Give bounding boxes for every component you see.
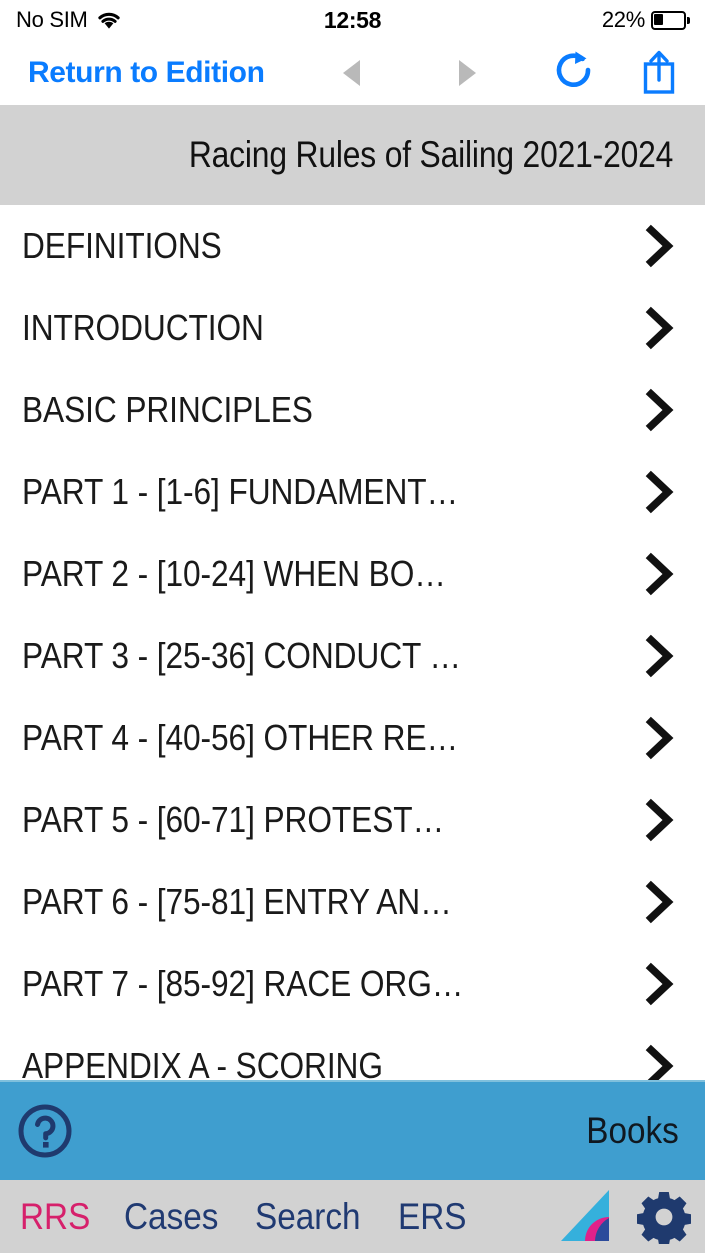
list-item-label: APPENDIX A - SCORING <box>22 1045 383 1080</box>
share-button[interactable] <box>627 45 691 101</box>
status-bar-center: 12:58 <box>323 6 382 34</box>
list-item[interactable]: APPENDIX A - SCORING <box>0 1025 705 1080</box>
list-item-label: INTRODUCTION <box>22 307 264 348</box>
chevron-right-icon <box>645 962 674 1006</box>
list-item[interactable]: BASIC PRINCIPLES <box>0 369 705 451</box>
list-item-label: BASIC PRINCIPLES <box>22 389 313 430</box>
carrier-label: No SIM <box>16 7 88 32</box>
list-item-label: PART 2 - [10-24] WHEN BO… <box>22 553 446 594</box>
page-title: Racing Rules of Sailing 2021-2024 <box>188 134 673 175</box>
chevron-right-icon <box>645 470 674 514</box>
list-item-label: PART 5 - [60-71] PROTEST… <box>22 799 445 840</box>
list-item-label: PART 4 - [40-56] OTHER RE… <box>22 717 459 758</box>
table-of-contents-list[interactable]: DEFINITIONS INTRODUCTION BASIC PRINCIPLES P… <box>0 205 705 1080</box>
chevron-right-icon <box>645 634 674 678</box>
chevron-right-icon <box>645 388 674 432</box>
return-to-edition-button[interactable]: Return to Edition <box>28 56 265 90</box>
list-item[interactable]: INTRODUCTION <box>0 287 705 369</box>
list-item[interactable]: DEFINITIONS <box>0 205 705 287</box>
battery-percent-label: 22% <box>601 7 646 32</box>
triangle-left-icon <box>342 59 360 86</box>
chevron-right-icon <box>645 880 674 924</box>
tab-ers[interactable]: ERS <box>398 1196 466 1238</box>
list-item-label: DEFINITIONS <box>22 225 222 266</box>
help-circle-icon[interactable] <box>16 1102 74 1160</box>
reload-icon <box>556 51 591 87</box>
list-item-label: PART 1 - [1-6] FUNDAMENT… <box>22 471 459 512</box>
triangle-right-icon <box>458 59 476 86</box>
status-bar-left: No SIM <box>16 7 324 33</box>
tab-rrs[interactable]: RRS <box>20 1196 90 1238</box>
chevron-right-icon <box>645 552 674 596</box>
books-bar: Books <box>0 1080 705 1180</box>
tab-search[interactable]: Search <box>255 1196 361 1238</box>
list-item[interactable]: PART 5 - [60-71] PROTEST… <box>0 779 705 861</box>
reload-button[interactable] <box>543 45 607 101</box>
battery-icon <box>651 10 691 30</box>
sail-logo-icon[interactable] <box>557 1187 623 1247</box>
list-item[interactable]: PART 7 - [85-92] RACE ORG… <box>0 943 705 1025</box>
tab-cases[interactable]: Cases <box>124 1196 218 1238</box>
status-bar-right: 22% <box>381 7 691 33</box>
wifi-icon <box>97 12 120 29</box>
list-item[interactable]: PART 3 - [25-36] CONDUCT … <box>0 615 705 697</box>
back-button[interactable] <box>319 45 383 101</box>
bottom-tab-bar: RRS Cases Search ERS <box>0 1180 705 1253</box>
chevron-right-icon <box>645 798 674 842</box>
gear-icon[interactable] <box>637 1190 691 1244</box>
list-item-label: PART 7 - [85-92] RACE ORG… <box>22 963 464 1004</box>
status-bar: No SIM 12:58 22% <box>0 0 705 40</box>
share-icon <box>643 50 675 94</box>
list-item[interactable]: PART 6 - [75-81] ENTRY AN… <box>0 861 705 943</box>
chevron-right-icon <box>645 716 674 760</box>
chevron-right-icon <box>645 306 674 350</box>
list-item-label: PART 3 - [25-36] CONDUCT … <box>22 635 462 676</box>
chevron-right-icon <box>645 224 674 268</box>
books-button[interactable]: Books <box>586 1110 679 1152</box>
app-screen: No SIM 12:58 22% Return to Edition Racin… <box>0 0 705 1253</box>
list-item-label: PART 6 - [75-81] ENTRY AN… <box>22 881 452 922</box>
list-item[interactable]: PART 4 - [40-56] OTHER RE… <box>0 697 705 779</box>
forward-button[interactable] <box>435 45 499 101</box>
list-item[interactable]: PART 2 - [10-24] WHEN BO… <box>0 533 705 615</box>
clock-label: 12:58 <box>323 6 382 33</box>
chevron-right-icon <box>645 1044 674 1080</box>
book-title-bar: Racing Rules of Sailing 2021-2024 <box>0 105 705 205</box>
navigation-bar: Return to Edition <box>0 40 705 105</box>
list-item[interactable]: PART 1 - [1-6] FUNDAMENT… <box>0 451 705 533</box>
